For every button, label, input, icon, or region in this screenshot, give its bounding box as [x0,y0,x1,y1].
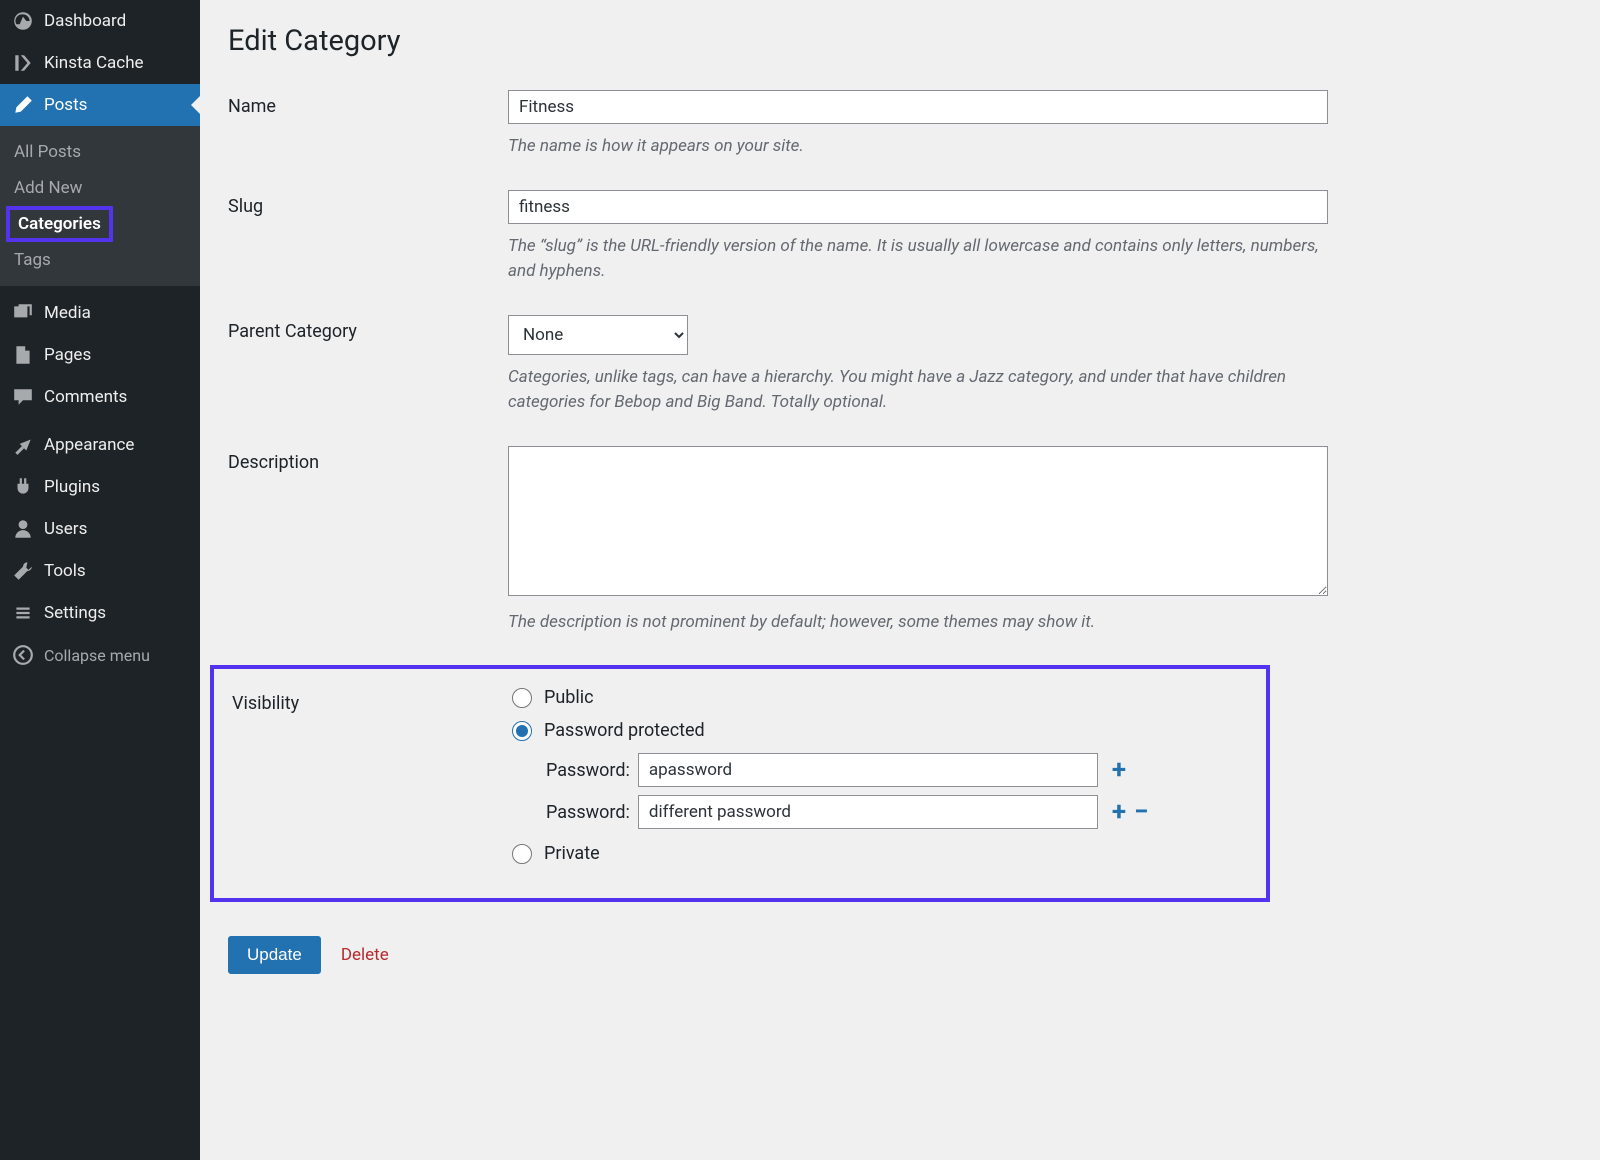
password-label-1: Password: [546,760,630,781]
tools-icon [12,560,34,582]
sidebar-item-label: Appearance [44,435,134,455]
parent-select[interactable]: None [508,315,688,355]
appearance-icon [12,434,34,456]
sidebar-item-label: Kinsta Cache [44,53,144,73]
submenu-all-posts[interactable]: All Posts [0,134,200,170]
sidebar-item-comments[interactable]: Comments [0,376,200,418]
name-input[interactable] [508,90,1328,124]
sidebar-item-label: Comments [44,387,127,407]
sidebar-item-label: Pages [44,345,91,365]
sidebar-item-label: Plugins [44,477,100,497]
media-icon [12,302,34,324]
sidebar-item-pages[interactable]: Pages [0,334,200,376]
visibility-label: Visibility [232,687,512,714]
page-title: Edit Category [228,24,1572,58]
collapse-icon [12,644,34,666]
delete-link[interactable]: Delete [341,945,389,965]
parent-label: Parent Category [228,315,508,342]
sidebar-item-tools[interactable]: Tools [0,550,200,592]
comments-icon [12,386,34,408]
slug-desc: The “slug” is the URL-friendly version o… [508,234,1328,285]
sidebar-item-label: Posts [44,95,87,115]
plugins-icon [12,476,34,498]
sidebar-item-appearance[interactable]: Appearance [0,424,200,466]
collapse-label: Collapse menu [44,646,150,665]
name-label: Name [228,90,508,117]
submenu-tags[interactable]: Tags [0,242,200,278]
remove-password-icon[interactable]: − [1134,799,1148,825]
sidebar-item-plugins[interactable]: Plugins [0,466,200,508]
password-label-2: Password: [546,802,630,823]
users-icon [12,518,34,540]
update-button[interactable]: Update [228,936,321,974]
main-content: Edit Category Name The name is how it ap… [200,0,1600,1160]
pages-icon [12,344,34,366]
add-password-icon[interactable]: + [1112,757,1126,783]
visibility-public-radio[interactable] [512,688,532,708]
sidebar-item-label: Dashboard [44,11,126,31]
visibility-protected-radio[interactable] [512,721,532,741]
sidebar-item-label: Users [44,519,87,539]
sidebar-item-dashboard[interactable]: Dashboard [0,0,200,42]
posts-icon [12,94,34,116]
sidebar-item-media[interactable]: Media [0,292,200,334]
name-desc: The name is how it appears on your site. [508,134,1328,160]
visibility-section: Visibility Public Password protected Pas… [210,665,1270,902]
sidebar-item-label: Tools [44,561,86,581]
slug-label: Slug [228,190,508,217]
collapse-menu[interactable]: Collapse menu [0,634,200,676]
visibility-private-radio[interactable] [512,844,532,864]
sidebar-item-label: Media [44,303,91,323]
submenu-categories[interactable]: Categories [6,206,113,242]
description-label: Description [228,446,508,473]
sidebar-item-users[interactable]: Users [0,508,200,550]
sidebar-item-settings[interactable]: Settings [0,592,200,634]
description-desc: The description is not prominent by defa… [508,610,1328,636]
posts-submenu: All Posts Add New Categories Tags [0,126,200,286]
password-input-2[interactable] [638,795,1098,829]
visibility-private-label: Private [544,843,600,864]
submenu-add-new[interactable]: Add New [0,170,200,206]
add-password-icon[interactable]: + [1112,799,1126,825]
parent-desc: Categories, unlike tags, can have a hier… [508,365,1328,416]
visibility-public-label: Public [544,687,594,708]
password-input-1[interactable] [638,753,1098,787]
sidebar-item-kinsta[interactable]: Kinsta Cache [0,42,200,84]
slug-input[interactable] [508,190,1328,224]
kinsta-icon [12,52,34,74]
dashboard-icon [12,10,34,32]
settings-icon [12,602,34,624]
admin-sidebar: Dashboard Kinsta Cache Posts All Posts A… [0,0,200,1160]
sidebar-item-label: Settings [44,603,106,623]
description-textarea[interactable] [508,446,1328,596]
visibility-protected-label: Password protected [544,720,705,741]
sidebar-item-posts[interactable]: Posts [0,84,200,126]
